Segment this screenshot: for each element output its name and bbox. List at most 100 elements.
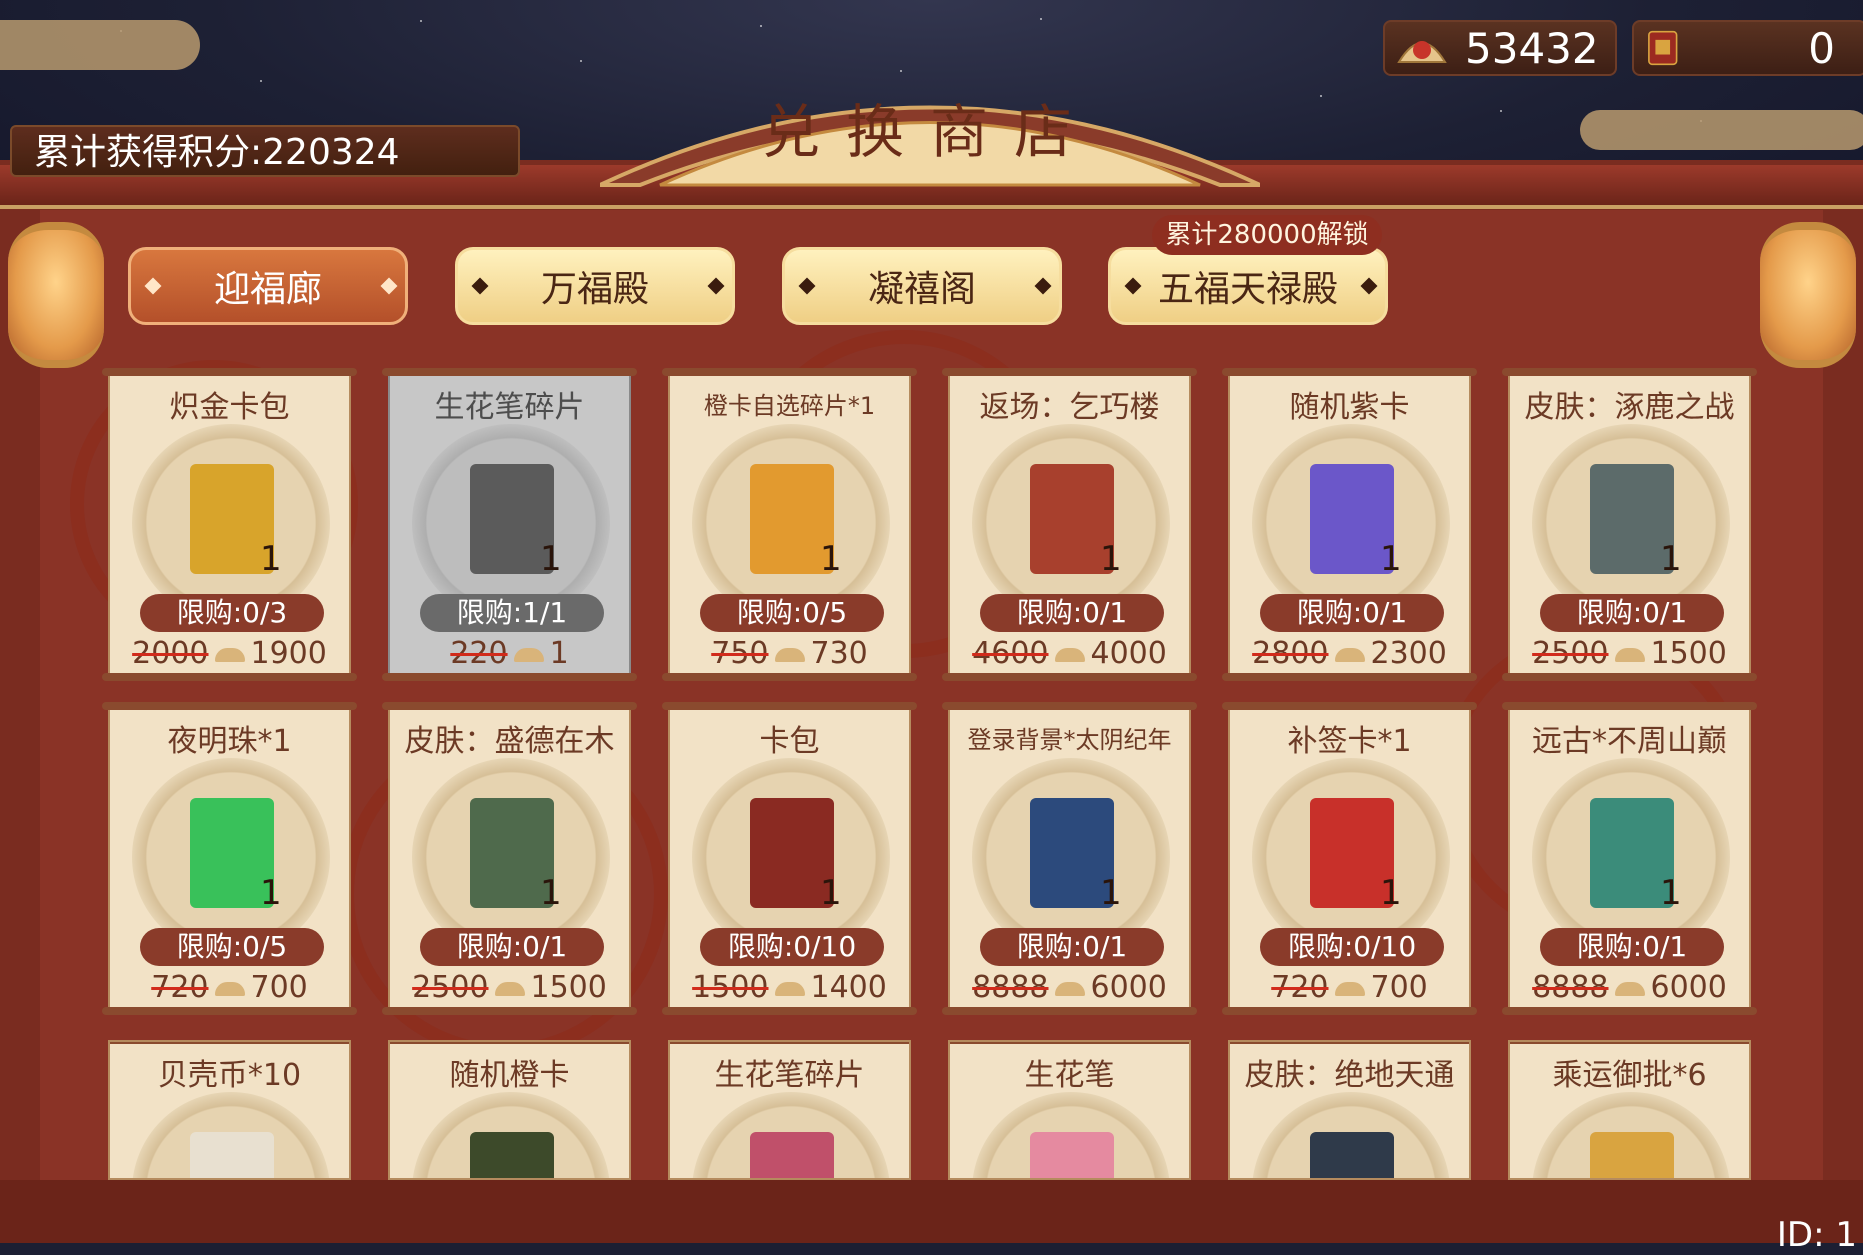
item-quantity: 1 <box>820 873 842 913</box>
lantern-left <box>8 222 104 368</box>
shop-item-card[interactable]: 生花笔碎片 <box>668 1040 911 1180</box>
shop-item-card[interactable]: 皮肤：涿鹿之战 1 限购:0/1 2500 1500 <box>1502 368 1757 681</box>
shop-item-card[interactable]: 随机紫卡 1 限购:0/1 2800 2300 <box>1222 368 1477 681</box>
item-quantity: 1 <box>1100 539 1122 579</box>
original-price: 220 <box>450 636 508 671</box>
shop-item-card[interactable]: 皮肤：绝地天通 <box>1228 1040 1471 1180</box>
purchase-limit: 限购:0/1 <box>1260 594 1444 632</box>
discount-price: 6000 <box>1090 970 1167 1005</box>
cloud-decoration-right <box>1580 110 1863 150</box>
points-coin-icon <box>1397 41 1447 63</box>
cloud-decoration-left <box>0 20 200 70</box>
original-price: 720 <box>1271 970 1329 1005</box>
item-name: 返场：乞巧楼 <box>979 390 1160 425</box>
item-price: 2500 1500 <box>1510 636 1749 671</box>
original-price: 2800 <box>1252 636 1329 671</box>
tab-wanfu-hall[interactable]: 万福殿 <box>455 247 735 325</box>
shop-item-card[interactable]: 登录背景*太阴纪年 1 限购:0/1 8888 6000 <box>942 702 1197 1015</box>
discount-price: 1 <box>549 636 569 671</box>
shop-item-card[interactable]: 返场：乞巧楼 1 限购:0/1 4600 4000 <box>942 368 1197 681</box>
shop-item-card[interactable]: 随机橙卡 <box>388 1040 631 1180</box>
tab-label: 万福殿 <box>540 269 649 310</box>
original-price: 4600 <box>972 636 1049 671</box>
shop-title: 兑换商店 <box>761 98 1098 166</box>
discount-price: 1500 <box>530 970 607 1005</box>
item-quantity: 1 <box>540 873 562 913</box>
imperial-scroll-icon <box>1590 1132 1674 1178</box>
shop-item-card[interactable]: 贝壳币*10 <box>108 1040 351 1180</box>
points-coin-icon <box>513 647 544 662</box>
item-name: 远古*不周山巅 <box>1532 724 1727 759</box>
item-price: 220 1 <box>390 636 629 671</box>
shop-item-card[interactable]: 卡包 1 限购:0/10 1500 1400 <box>662 702 917 1015</box>
discount-price: 1500 <box>1650 636 1727 671</box>
item-quantity: 1 <box>1100 873 1122 913</box>
tab-wufu-tianlu-hall[interactable]: 五福天禄殿 <box>1108 247 1388 325</box>
shell-coin-icon <box>190 1132 274 1178</box>
total-score-label: 累计获得积分:220324 <box>10 125 520 177</box>
points-coin-icon <box>1334 647 1365 662</box>
tab-label: 凝禧阁 <box>867 269 976 310</box>
original-price: 2500 <box>1532 636 1609 671</box>
tab-label: 五福天禄殿 <box>1157 269 1338 310</box>
item-price: 720 700 <box>110 970 349 1005</box>
points-coin-icon <box>774 981 805 996</box>
item-name: 夜明珠*1 <box>167 724 292 759</box>
item-price: 8888 6000 <box>1510 970 1749 1005</box>
purchase-limit: 限购:0/1 <box>1540 594 1724 632</box>
token-value: 0 <box>1808 23 1835 73</box>
discount-price: 6000 <box>1650 970 1727 1005</box>
discount-price: 730 <box>810 636 868 671</box>
item-name: 随机紫卡 <box>1289 390 1410 425</box>
discount-price: 700 <box>1370 970 1428 1005</box>
flower-brush-icon <box>1030 1132 1114 1178</box>
item-name: 皮肤：涿鹿之战 <box>1524 390 1735 425</box>
shop-item-card[interactable]: 远古*不周山巅 1 限购:0/1 8888 6000 <box>1502 702 1757 1015</box>
item-name: 生花笔 <box>1024 1058 1115 1093</box>
original-price: 2000 <box>132 636 209 671</box>
purchase-limit: 限购:0/1 <box>1540 928 1724 966</box>
points-coin-icon <box>1334 981 1365 996</box>
tab-yingfu-corridor[interactable]: 迎福廊 <box>128 247 408 325</box>
item-name: 炽金卡包 <box>169 390 290 425</box>
original-price: 2500 <box>412 970 489 1005</box>
shop-item-card[interactable]: 夜明珠*1 1 限购:0/5 720 700 <box>102 702 357 1015</box>
discount-price: 1900 <box>250 636 327 671</box>
item-price: 2800 2300 <box>1230 636 1469 671</box>
item-name: 皮肤：绝地天通 <box>1244 1058 1455 1093</box>
purchase-limit: 限购:0/1 <box>420 928 604 966</box>
orange-card-icon <box>470 1132 554 1178</box>
brush-fragment-icon <box>750 1132 834 1178</box>
points-coin-icon <box>1614 981 1645 996</box>
skin-juedi-icon <box>1310 1132 1394 1178</box>
discount-price: 1400 <box>810 970 887 1005</box>
exchange-token-icon <box>1648 30 1678 66</box>
item-price: 1500 1400 <box>670 970 909 1005</box>
shop-item-card[interactable]: 生花笔碎片 1 限购:1/1 220 1 <box>382 368 637 681</box>
purchase-limit: 限购:1/1 <box>420 594 604 632</box>
shop-item-card[interactable]: 炽金卡包 1 限购:0/3 2000 1900 <box>102 368 357 681</box>
discount-price: 700 <box>250 970 308 1005</box>
shop-item-card[interactable]: 生花笔 <box>948 1040 1191 1180</box>
discount-price: 4000 <box>1090 636 1167 671</box>
item-quantity: 1 <box>1660 539 1682 579</box>
points-coin-icon <box>1054 981 1085 996</box>
item-price: 2500 1500 <box>390 970 629 1005</box>
item-name: 生花笔碎片 <box>714 1058 865 1093</box>
shop-item-card[interactable]: 橙卡自选碎片*1 1 限购:0/5 750 730 <box>662 368 917 681</box>
unlock-requirement-badge: 累计280000解锁 <box>1152 215 1382 255</box>
tab-ningxi-pavilion[interactable]: 凝禧阁 <box>782 247 1062 325</box>
shop-item-card[interactable]: 皮肤：盛德在木 1 限购:0/1 2500 1500 <box>382 702 637 1015</box>
item-name: 皮肤：盛德在木 <box>404 724 615 759</box>
item-quantity: 1 <box>1380 873 1402 913</box>
purchase-limit: 限购:0/3 <box>140 594 324 632</box>
item-name: 橙卡自选碎片*1 <box>703 392 876 420</box>
item-name: 补签卡*1 <box>1287 724 1412 759</box>
purchase-limit: 限购:0/1 <box>980 594 1164 632</box>
purchase-limit: 限购:0/10 <box>1260 928 1444 966</box>
shop-item-card[interactable]: 补签卡*1 1 限购:0/10 720 700 <box>1222 702 1477 1015</box>
item-name: 乘运御批*6 <box>1552 1058 1707 1093</box>
item-name: 卡包 <box>759 724 820 759</box>
points-coin-icon <box>494 981 525 996</box>
shop-item-card[interactable]: 乘运御批*6 <box>1508 1040 1751 1180</box>
